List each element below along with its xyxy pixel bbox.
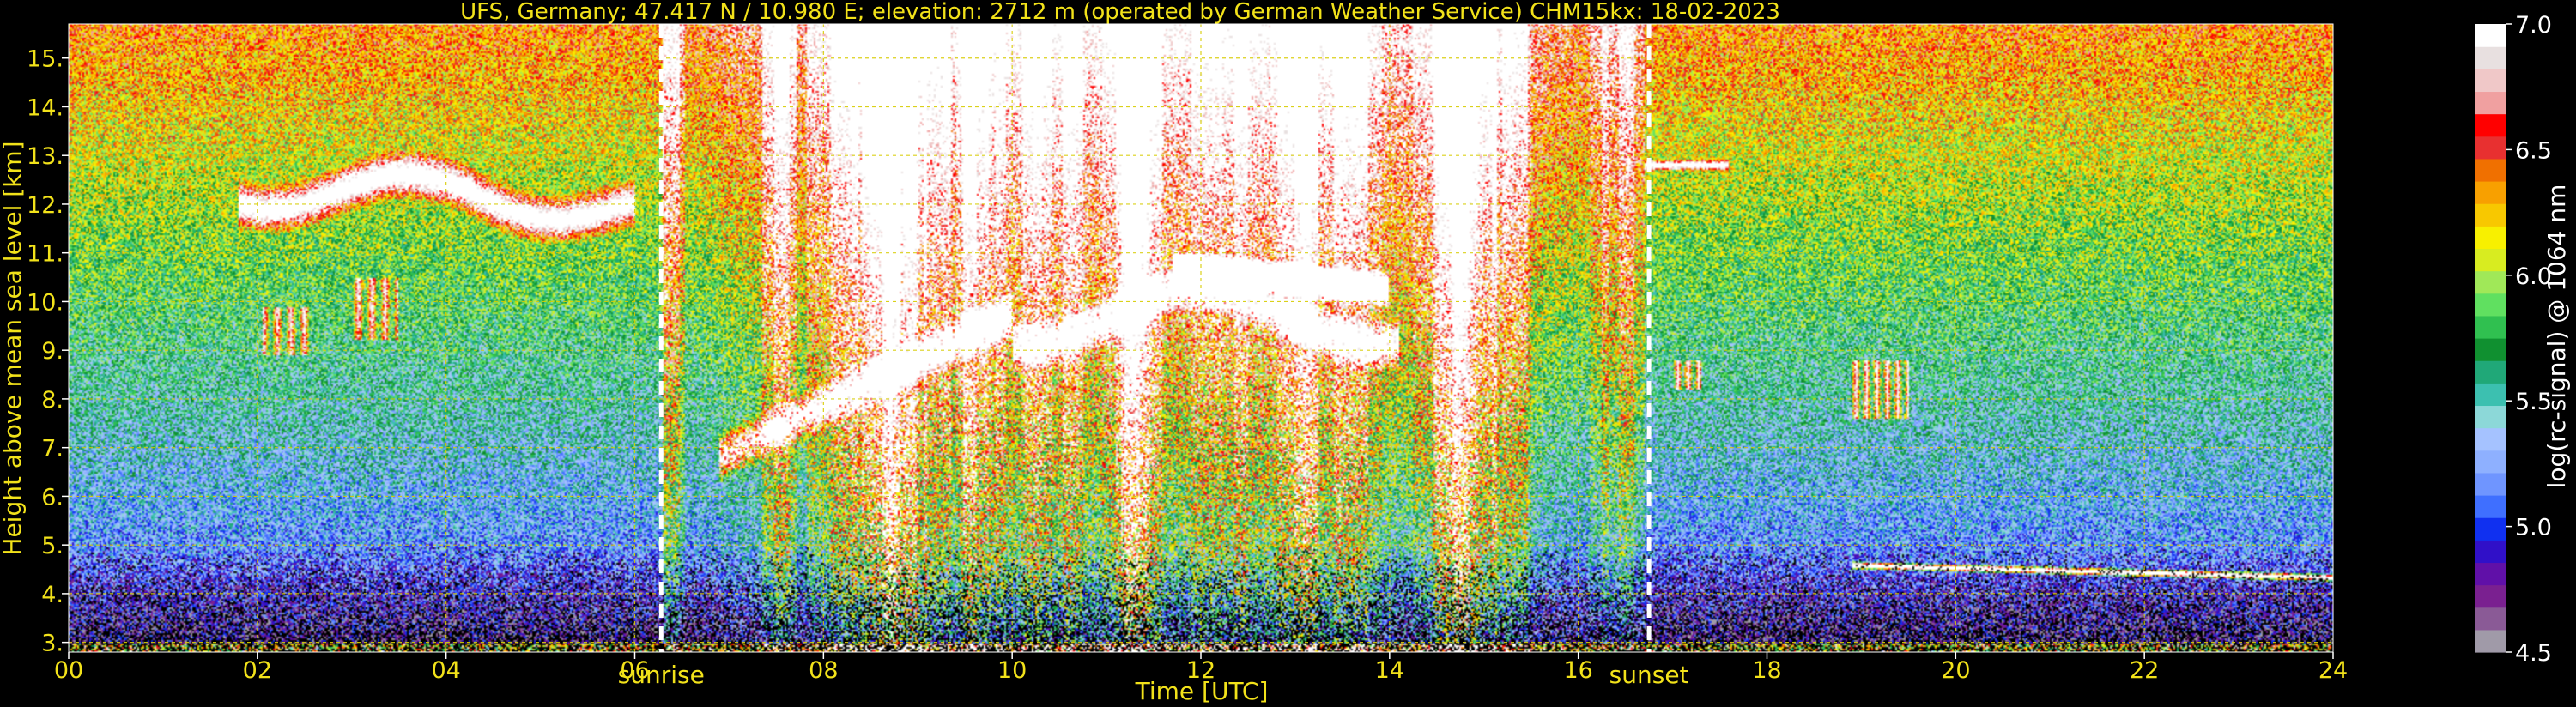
- colorbar-segment: [2475, 158, 2506, 182]
- x-tick-label: 04: [431, 657, 460, 684]
- y-tick-label: 7.: [41, 436, 64, 462]
- colorbar-segment: [2475, 584, 2506, 608]
- heatmap-canvas: [69, 24, 2333, 652]
- colorbar-segment: [2475, 270, 2506, 294]
- ceilometer-figure: 00 02 04 06 08 10 12 14 16 18 20 22 24 3.4.5.6.7.8.9…: [0, 0, 2571, 705]
- y-tick-label: 10.: [27, 289, 64, 316]
- y-axis-ticks: 3. 4. 5. 6. 7. 8. 9. 10. 11. 12. 13. 14. 15.: [27, 46, 69, 657]
- x-tick-label: 08: [809, 657, 838, 684]
- y-tick-label: 3.: [41, 631, 64, 657]
- colorbar-tick-label: 6.5: [2515, 137, 2552, 164]
- colorbar-segment: [2475, 248, 2506, 272]
- x-tick-label: 02: [243, 657, 272, 684]
- colorbar-segment: [2475, 181, 2506, 204]
- y-tick-label: 4.: [41, 582, 64, 608]
- x-tick-label: 20: [1941, 657, 1970, 684]
- backscatter-heatmap: [69, 24, 2333, 652]
- x-tick-label: 24: [2318, 657, 2348, 684]
- colorbar-segment: [2475, 495, 2506, 518]
- y-tick-label: 11.: [27, 241, 64, 268]
- colorbar-segment: [2475, 315, 2506, 339]
- colorbar-segment: [2475, 24, 2506, 47]
- colorbar-segment: [2475, 46, 2506, 69]
- colorbar-segment: [2475, 629, 2506, 653]
- x-tick-label: 00: [54, 657, 83, 684]
- x-tick-label: 14: [1375, 657, 1404, 684]
- x-axis-label: Time [UTC]: [1135, 677, 1269, 705]
- colorbar-segment: [2475, 226, 2506, 250]
- colorbar-segment: [2475, 136, 2506, 160]
- y-tick-label: 12.: [27, 192, 64, 219]
- sunset-label: sunset: [1609, 661, 1689, 689]
- colorbar-segment: [2475, 607, 2506, 631]
- colorbar-segment: [2475, 69, 2506, 93]
- y-tick-label: 9.: [41, 338, 64, 365]
- colorbar-segment: [2475, 450, 2506, 474]
- y-tick-label: 5.: [41, 533, 64, 559]
- y-tick-label: 8.: [41, 387, 64, 414]
- colorbar-segment: [2475, 360, 2506, 384]
- colorbar-segment: [2475, 203, 2506, 227]
- colorbar-segment: [2475, 562, 2506, 586]
- x-tick-label: 16: [1563, 657, 1592, 684]
- y-tick-label: 13.: [27, 143, 64, 170]
- y-tick-label: 6.: [41, 484, 64, 511]
- x-tick-label: 10: [997, 657, 1027, 684]
- y-tick-label: 15.: [27, 46, 64, 73]
- colorbar-tick-label: 4.5: [2515, 640, 2552, 667]
- colorbar-segment: [2475, 91, 2506, 115]
- colorbar-segment: [2475, 517, 2506, 541]
- colorbar-segment: [2475, 338, 2506, 361]
- colorbar-segment: [2475, 472, 2506, 496]
- colorbar: 4.55.05.56.06.57.0: [2475, 12, 2552, 667]
- colorbar-segment: [2475, 427, 2506, 451]
- plot-area: [68, 23, 2334, 653]
- colorbar-segment: [2475, 293, 2506, 317]
- x-tick-label: 22: [2130, 657, 2159, 684]
- colorbar-label: log(rc-signal) @ 1064 nm: [2543, 184, 2571, 489]
- colorbar-segment: [2475, 113, 2506, 137]
- colorbar-segment: [2475, 383, 2506, 407]
- colorbar-segment: [2475, 540, 2506, 564]
- colorbar-tick-label: 7.0: [2515, 12, 2552, 39]
- x-tick-label: 18: [1752, 657, 1781, 684]
- colorbar-tick-label: 5.0: [2515, 515, 2552, 541]
- y-tick-label: 14.: [27, 94, 64, 121]
- colorbar-segment: [2475, 405, 2506, 429]
- chart-title: UFS, Germany; 47.417 N / 10.980 E; eleva…: [460, 0, 1780, 25]
- sunrise-label: sunrise: [618, 661, 705, 689]
- y-axis-label: Height above mean sea level [km]: [0, 141, 27, 555]
